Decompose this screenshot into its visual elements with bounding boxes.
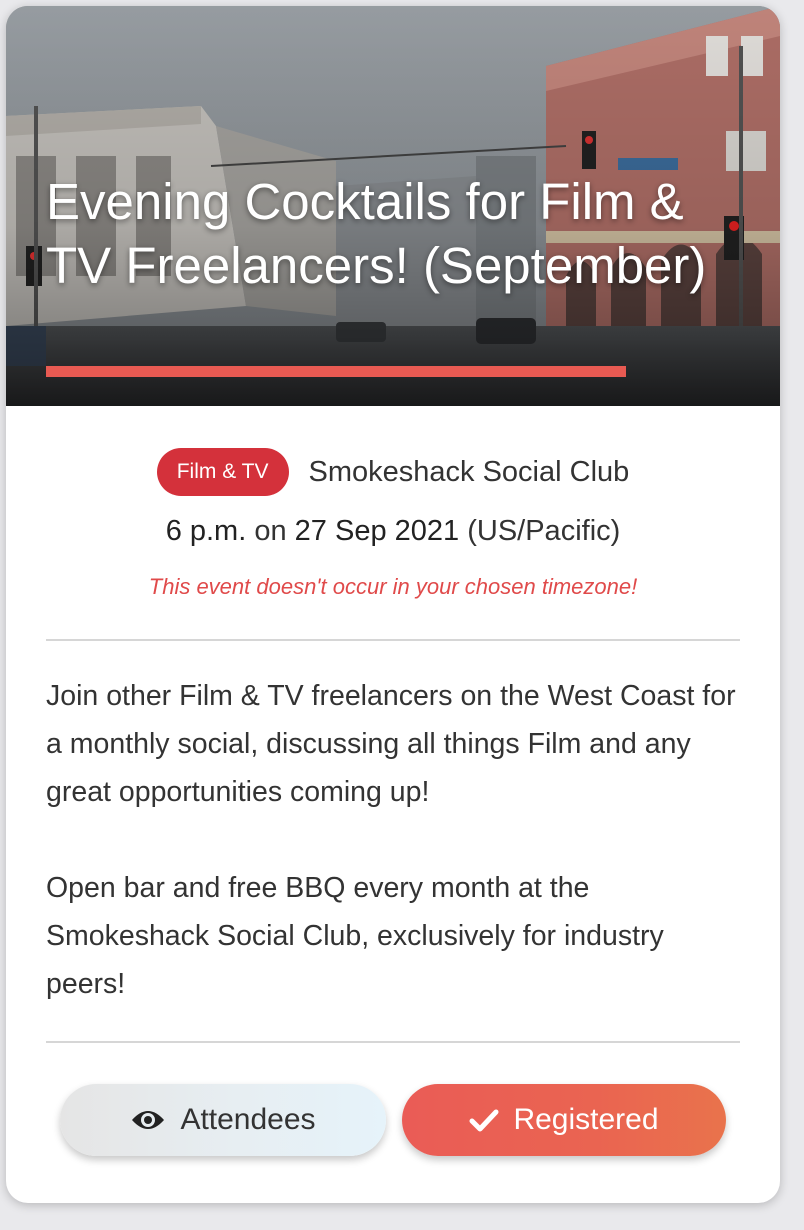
event-datetime: 6 p.m. on 27 Sep 2021 (US/Pacific) [6, 515, 780, 548]
venue-name: Smokeshack Social Club [308, 455, 630, 488]
attendees-button[interactable]: Attendees [60, 1084, 386, 1156]
registered-button[interactable]: Registered [402, 1084, 726, 1156]
event-time: 6 p.m. [165, 515, 247, 547]
event-timezone: (US/Pacific) [467, 515, 621, 547]
category-badge[interactable]: Film & TV [156, 448, 289, 496]
event-description: Join other Film & TV freelancers on the … [46, 672, 740, 1056]
attendees-label: Attendees [180, 1103, 316, 1136]
check-icon [469, 1108, 499, 1132]
description-paragraph: Join other Film & TV freelancers on the … [46, 680, 736, 808]
description-paragraph: Open bar and free BBQ every month at the… [46, 872, 664, 1000]
event-card: Evening Cocktails for Film & TV Freelanc… [6, 6, 780, 1203]
event-title: Evening Cocktails for Film & TV Freelanc… [46, 173, 707, 294]
event-hero-image: Evening Cocktails for Film & TV Freelanc… [6, 6, 780, 406]
registered-label: Registered [513, 1103, 659, 1136]
event-meta-row: Film & TV Smokeshack Social Club [6, 447, 780, 497]
event-date: 27 Sep 2021 [294, 515, 460, 547]
title-underline [46, 366, 626, 377]
eye-icon [130, 1108, 166, 1132]
divider [46, 639, 740, 641]
timezone-warning: This event doesn't occur in your chosen … [148, 574, 638, 599]
divider [46, 1041, 740, 1043]
on-word: on [254, 515, 287, 547]
